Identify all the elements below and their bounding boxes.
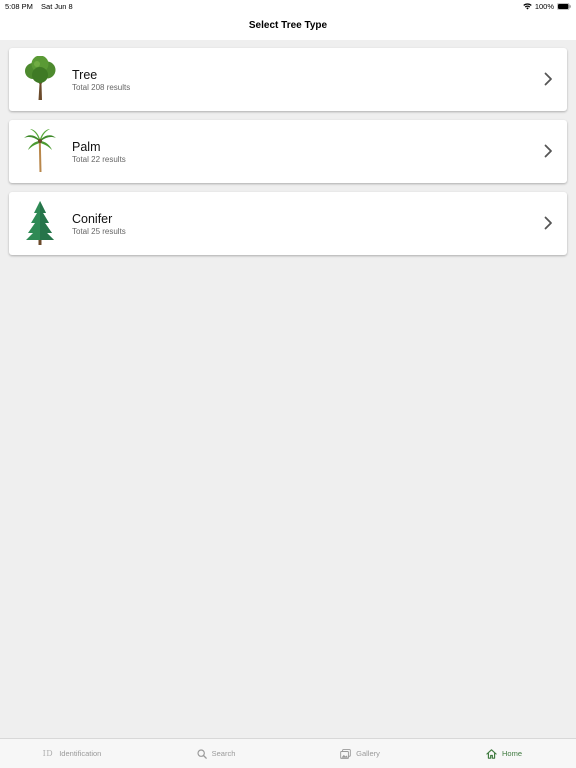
status-bar: 5:08 PM Sat Jun 8 100% [0,0,576,12]
deciduous-tree-icon [25,56,56,100]
chevron-right-icon [544,72,552,86]
battery-icon [557,3,571,10]
status-date: Sat Jun 8 [41,2,73,11]
wifi-icon [523,3,532,10]
status-left: 5:08 PM Sat Jun 8 [5,2,79,11]
chevron-right-icon [544,216,552,230]
item-title: Palm [72,140,101,154]
tab-label: Identification [59,749,102,758]
tab-label: Home [501,749,522,758]
item-title: Tree [72,68,98,82]
tab-identification[interactable]: ID Identification [0,739,144,768]
item-result-count: Total 25 results [72,227,126,236]
item-result-count: Total 22 results [72,155,126,164]
gallery-icon [340,748,351,759]
item-title: Conifer [72,212,113,226]
status-right: 100% [523,2,571,11]
tab-bar: ID Identification Search Gallery Home [0,738,576,768]
navigation-bar: Select Tree Type [0,12,576,40]
page-title: Select Tree Type [248,20,328,31]
tab-label: Gallery [356,749,380,758]
tab-home[interactable]: Home [432,739,576,768]
conifer-tree-icon [26,201,54,245]
tab-search[interactable]: Search [144,739,288,768]
item-result-count: Total 208 results [72,83,131,92]
id-icon: ID [42,749,54,758]
list-item-palm[interactable]: Palm Total 22 results [9,120,567,183]
battery-percentage: 100% [534,2,554,11]
chevron-right-icon [544,144,552,158]
list-item-conifer[interactable]: Conifer Total 25 results [9,192,567,255]
list-item-tree[interactable]: Tree Total 208 results [9,48,567,111]
search-icon [197,748,207,759]
palm-tree-icon [24,129,56,172]
tree-type-list: Tree Total 208 results Palm Total 22 res… [9,48,567,264]
home-icon [486,748,497,759]
status-time: 5:08 PM [5,2,33,11]
tab-gallery[interactable]: Gallery [288,739,432,768]
tab-label: Search [211,749,236,758]
